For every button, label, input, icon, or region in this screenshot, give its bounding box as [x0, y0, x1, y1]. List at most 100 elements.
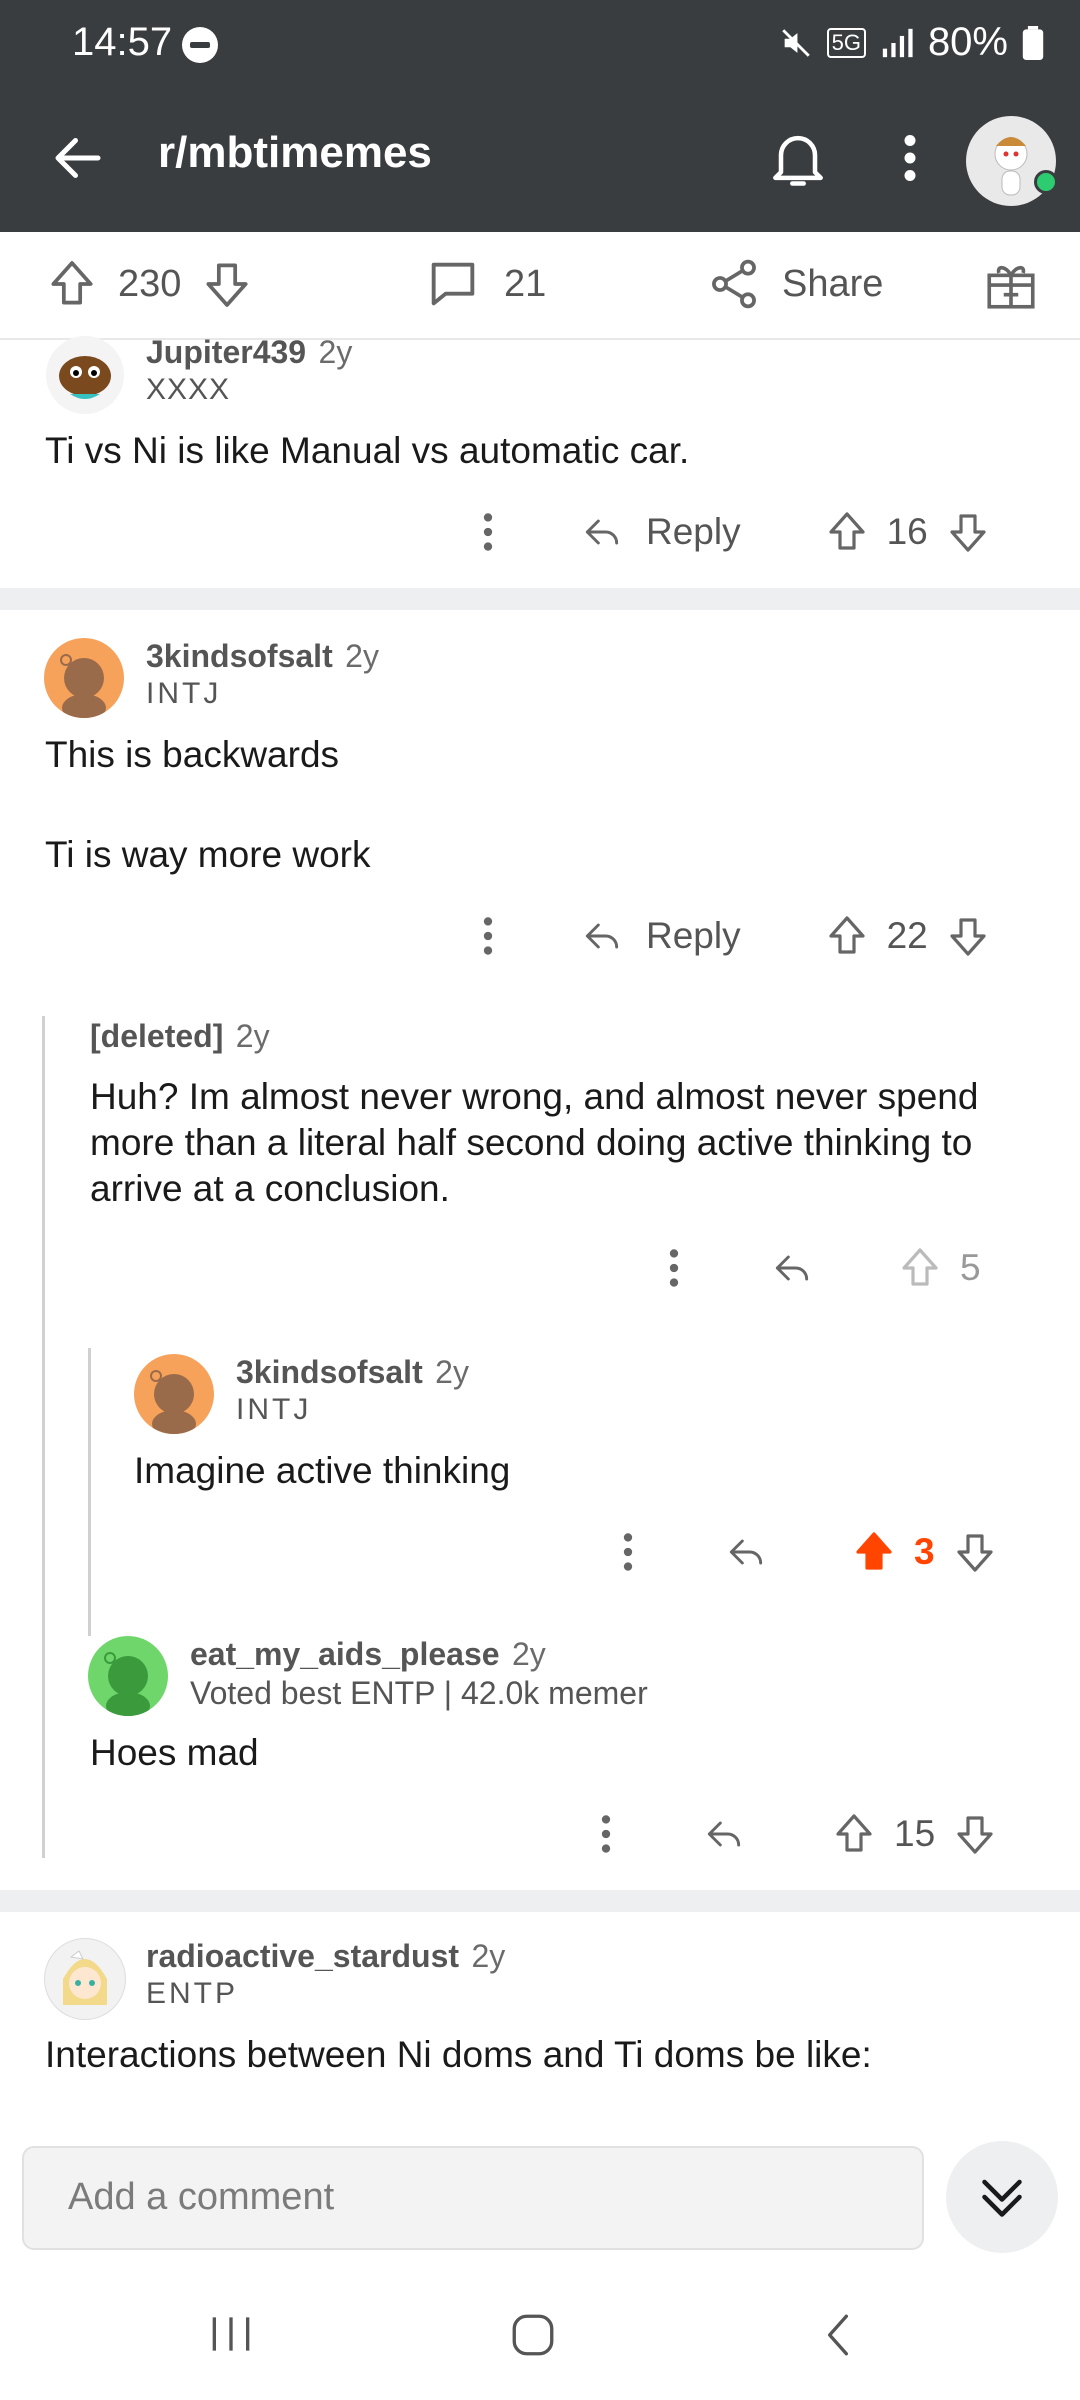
comment-separator: [0, 1890, 1080, 1912]
share-button[interactable]: Share: [706, 254, 883, 314]
comment-body-line-2: more than a literal half second doing ac…: [90, 1122, 973, 1163]
reply-button[interactable]: Reply: [646, 915, 741, 957]
user-flair: XXXX: [146, 373, 231, 406]
online-status-dot: [1034, 170, 1058, 194]
comment-bubble-icon: [431, 262, 475, 306]
comment-score: 5: [960, 1247, 981, 1288]
downvote-icon[interactable]: [944, 506, 992, 558]
comment-actions: 15: [592, 1808, 999, 1860]
app-bar: r/mbtimemes: [0, 90, 1080, 232]
mute-icon: [781, 28, 810, 57]
comment-radioactive-stardust: radioactive_stardust 2y ENTP Interaction…: [0, 1912, 1080, 2130]
comment-actions: 5: [660, 1242, 981, 1294]
downvote-icon[interactable]: [951, 1526, 999, 1578]
comment-body-line-1: Huh? Im almost never wrong, and almost n…: [90, 1076, 979, 1117]
upvote-icon[interactable]: [823, 910, 871, 962]
status-time: 14:57: [72, 20, 173, 64]
comment-separator: [0, 588, 1080, 610]
reply-arrow-icon[interactable]: [768, 1246, 816, 1290]
comment-actions: Reply 16: [474, 506, 992, 558]
double-chevron-down-icon: [982, 2179, 1022, 2217]
comment-avatar: [44, 1938, 126, 2020]
comment-username[interactable]: 3kindsofsalt: [146, 638, 333, 674]
comment-score: 22: [886, 915, 928, 956]
comment-username[interactable]: 3kindsofsalt: [236, 1354, 423, 1390]
comment-body-line-1: This is backwards: [45, 734, 340, 775]
recent-apps-icon[interactable]: [206, 2312, 256, 2356]
comment-meta: [deleted] 2y: [90, 1018, 270, 1055]
status-right: 5G 80%: [779, 20, 1044, 65]
collapse-threads-button[interactable]: [946, 2141, 1058, 2253]
upvote-icon[interactable]: [44, 254, 100, 314]
comment-meta: radioactive_stardust 2y: [146, 1938, 505, 1975]
upvote-icon[interactable]: [830, 1808, 878, 1860]
comment-3kindsofsalt: 3kindsofsalt 2y INTJ This is backwards T…: [0, 610, 1080, 1890]
comment-actions: Reply 22: [474, 910, 992, 962]
system-nav-bar: [0, 2260, 1080, 2400]
reply-arrow-icon[interactable]: [700, 1812, 748, 1856]
comment-body: Ti vs Ni is like Manual vs automatic car…: [45, 430, 690, 471]
thread-line[interactable]: [88, 1348, 91, 1636]
comment-age: 2y: [512, 1636, 546, 1672]
post-score: 230: [118, 262, 182, 305]
comment-body: Imagine active thinking: [134, 1450, 511, 1491]
reply-arrow-icon[interactable]: [578, 914, 626, 958]
upvote-icon[interactable]: [823, 506, 871, 558]
upvote-icon: [902, 1248, 938, 1286]
post-vote-group: 230: [44, 254, 255, 314]
comment-age: 2y: [318, 334, 353, 370]
signal-icon: [882, 28, 913, 57]
downvote-icon[interactable]: [951, 1808, 999, 1860]
comment-age: 2y: [471, 1938, 506, 1974]
award-gift-icon[interactable]: [982, 254, 1040, 316]
network-icon: 5G: [826, 27, 866, 58]
user-flair: Voted best ENTP | 42.0k memer: [190, 1675, 648, 1711]
battery-percent: 80%: [927, 20, 1008, 64]
battery-icon: [1022, 25, 1044, 60]
home-icon[interactable]: [508, 2310, 558, 2360]
comment-score: 15: [894, 1813, 936, 1854]
more-options-icon[interactable]: [614, 1527, 642, 1577]
user-flair: INTJ: [236, 1393, 312, 1426]
comment-jupiter439: Jupiter439 2y XXXX Ti vs Ni is like Manu…: [0, 334, 1080, 588]
comments-button[interactable]: 21: [424, 254, 546, 314]
comment-score: 16: [886, 511, 928, 552]
comment-count: 21: [504, 262, 547, 305]
upvote-active-icon[interactable]: [850, 1526, 898, 1578]
thread-line[interactable]: [42, 1016, 45, 1858]
add-comment-input[interactable]: Add a comment: [22, 2146, 924, 2250]
downvote-icon[interactable]: [944, 910, 992, 962]
back-arrow-icon[interactable]: [48, 128, 108, 188]
user-flair: INTJ: [146, 677, 222, 710]
comment-meta: eat_my_aids_please 2y: [190, 1636, 546, 1673]
comment-actions: 3: [614, 1526, 999, 1578]
comment-body: Hoes mad: [90, 1732, 259, 1773]
comment-age: 2y: [235, 1018, 270, 1054]
more-options-icon[interactable]: [474, 507, 502, 557]
more-options-icon[interactable]: [660, 1243, 688, 1293]
user-flair: ENTP: [146, 1977, 239, 2010]
comment-username[interactable]: Jupiter439: [146, 334, 306, 370]
more-options-icon[interactable]: [474, 911, 502, 961]
comment-avatar: [134, 1354, 214, 1434]
downvote-icon[interactable]: [199, 254, 255, 314]
reply-arrow-icon[interactable]: [722, 1530, 770, 1574]
comment-age: 2y: [435, 1354, 469, 1390]
reply-arrow-icon[interactable]: [578, 510, 626, 554]
do-not-disturb-icon: [182, 27, 218, 63]
comment-avatar: [46, 336, 124, 414]
more-options-icon[interactable]: [592, 1809, 620, 1859]
share-label: Share: [782, 262, 884, 305]
comment-meta: Jupiter439 2y: [146, 334, 352, 371]
bell-icon[interactable]: [764, 124, 832, 192]
comment-meta: 3kindsofsalt 2y: [236, 1354, 469, 1391]
post-action-bar: 230 21 Share: [0, 232, 1080, 340]
comment-username[interactable]: radioactive_stardust: [146, 1938, 459, 1974]
status-bar: 14:57 5G 80%: [0, 0, 1080, 90]
more-options-icon[interactable]: [884, 128, 936, 188]
comment-username: [deleted]: [90, 1018, 224, 1054]
system-back-icon[interactable]: [818, 2310, 858, 2360]
comment-avatar: [88, 1636, 168, 1716]
reply-button[interactable]: Reply: [646, 511, 741, 553]
comment-username[interactable]: eat_my_aids_please: [190, 1636, 500, 1672]
